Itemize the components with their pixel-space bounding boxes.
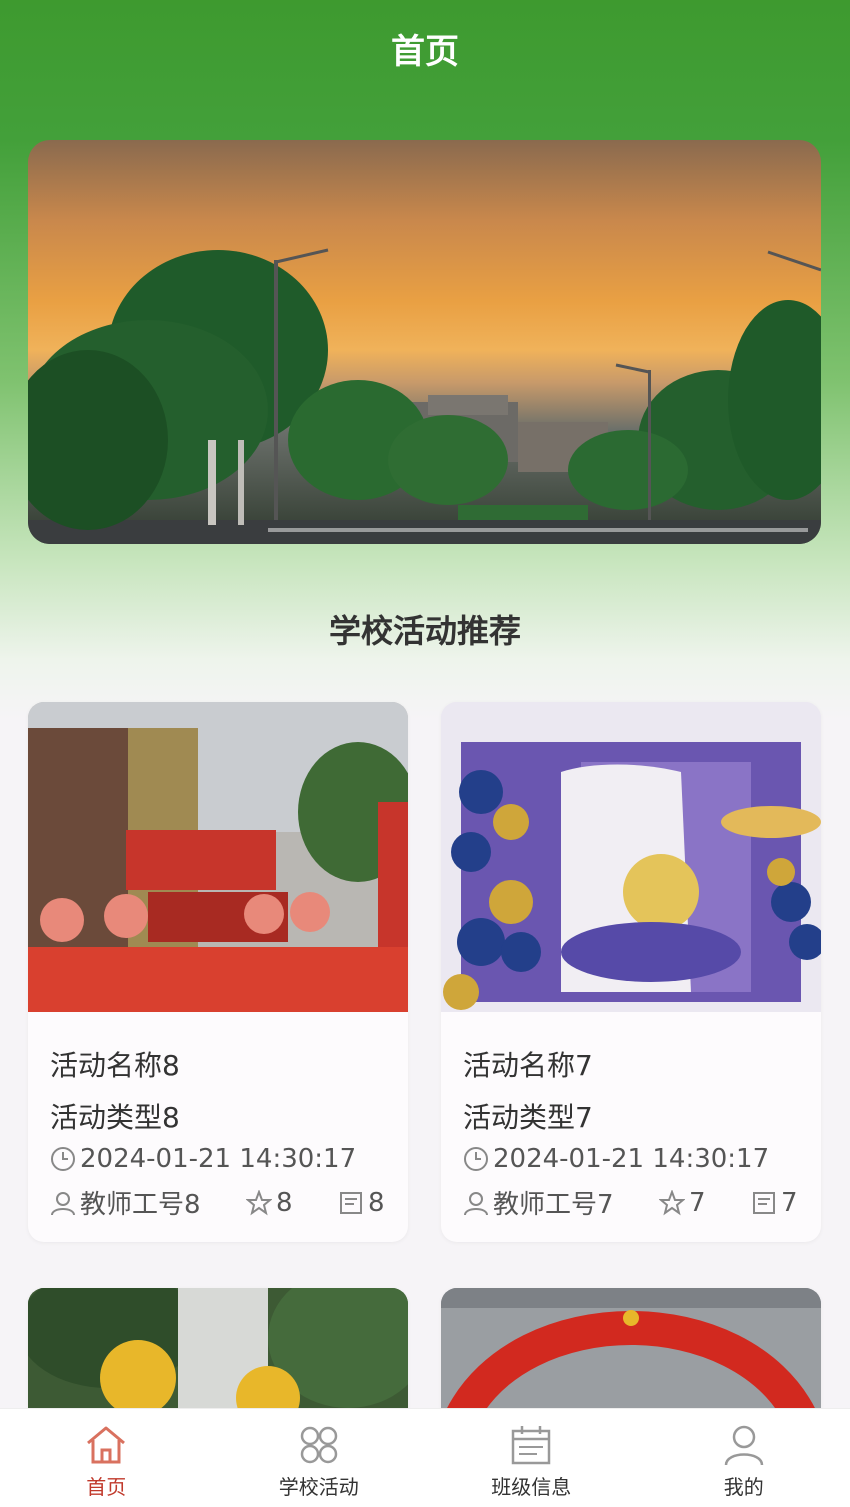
favorite-count: 7 — [781, 1188, 798, 1218]
grid-icon — [297, 1423, 341, 1467]
activity-name: 活动名称7 — [463, 1044, 593, 1084]
page-title-bar: 首页 — [0, 0, 850, 96]
collect-icon — [751, 1190, 777, 1216]
tab-profile-label: 我的 — [724, 1471, 764, 1500]
activity-author: 教师工号7 — [493, 1184, 614, 1221]
like-count: 7 — [689, 1188, 706, 1218]
activity-time-row: 2024-01-21 14:30:17 — [463, 1144, 769, 1174]
star-icon — [246, 1190, 272, 1216]
like-count: 8 — [276, 1188, 293, 1218]
collect-icon — [338, 1190, 364, 1216]
tab-class-info[interactable]: 班级信息 — [425, 1409, 638, 1507]
tab-home-label: 首页 — [86, 1471, 126, 1500]
activity-author: 教师工号8 — [80, 1184, 201, 1221]
section-title: 学校活动推荐 — [0, 606, 850, 652]
favorite-count: 8 — [368, 1188, 385, 1218]
activity-type: 活动类型8 — [50, 1096, 180, 1136]
activity-time-row: 2024-01-21 14:30:17 — [50, 1144, 356, 1174]
activity-card[interactable]: 活动名称7 活动类型7 2024-01-21 14:30:17 教师工号7 7 — [441, 702, 821, 1242]
activity-time: 2024-01-21 14:30:17 — [80, 1144, 356, 1174]
banner-image — [28, 140, 821, 544]
tab-home[interactable]: 首页 — [0, 1409, 213, 1507]
bottom-nav: 首页 学校活动 班级信息 我的 — [0, 1408, 850, 1507]
favorite-item[interactable]: 7 — [751, 1188, 798, 1218]
calendar-icon — [509, 1423, 553, 1467]
activity-card[interactable]: 活动名称8 活动类型8 2024-01-21 14:30:17 教师工号8 8 — [28, 702, 408, 1242]
home-icon — [84, 1423, 128, 1467]
tab-class-info-label: 班级信息 — [491, 1471, 571, 1500]
star-icon — [659, 1190, 685, 1216]
activity-meta: 教师工号7 7 7 — [463, 1184, 803, 1221]
page-title: 首页 — [391, 24, 459, 73]
activity-name: 活动名称8 — [50, 1044, 180, 1084]
activity-time: 2024-01-21 14:30:17 — [493, 1144, 769, 1174]
user-icon — [722, 1423, 766, 1467]
activity-type: 活动类型7 — [463, 1096, 593, 1136]
activity-image — [28, 702, 408, 1012]
tab-activities[interactable]: 学校活动 — [213, 1409, 426, 1507]
like-item[interactable]: 7 — [659, 1188, 751, 1218]
activity-meta: 教师工号8 8 8 — [50, 1184, 390, 1221]
user-icon — [50, 1190, 76, 1216]
user-icon — [463, 1190, 489, 1216]
favorite-item[interactable]: 8 — [338, 1188, 385, 1218]
author-item: 教师工号8 — [50, 1184, 246, 1221]
clock-icon — [50, 1146, 76, 1172]
tab-activities-label: 学校活动 — [279, 1471, 359, 1500]
clock-icon — [463, 1146, 489, 1172]
like-item[interactable]: 8 — [246, 1188, 338, 1218]
tab-profile[interactable]: 我的 — [638, 1409, 850, 1507]
activity-image — [441, 702, 821, 1012]
author-item: 教师工号7 — [463, 1184, 659, 1221]
banner-carousel[interactable] — [28, 140, 821, 544]
